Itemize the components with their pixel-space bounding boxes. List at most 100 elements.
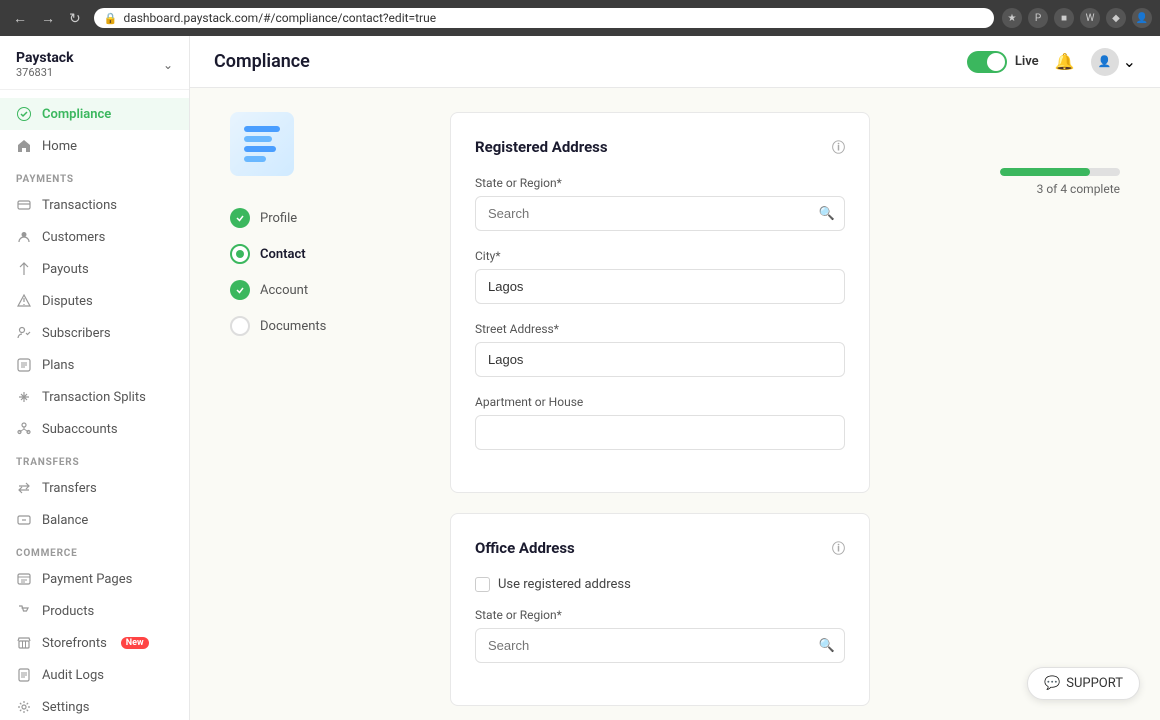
compliance-logo-lines	[244, 126, 280, 162]
user-chevron-icon: ⌄	[1123, 52, 1136, 71]
forward-button[interactable]: →	[36, 8, 60, 29]
plans-icon	[16, 357, 32, 373]
office-address-title: Office Address ⓘ	[475, 538, 845, 557]
brand-chevron-icon: ⌄	[163, 58, 173, 72]
disputes-icon	[16, 293, 32, 309]
logo-line-1	[244, 126, 280, 132]
sidebar-item-balance[interactable]: Balance	[0, 504, 189, 536]
payouts-icon	[16, 261, 32, 277]
sidebar-item-payouts[interactable]: Payouts	[0, 253, 189, 285]
office-state-region-label: State or Region*	[475, 608, 845, 622]
subscribers-label: Subscribers	[42, 326, 111, 341]
sidebar-item-compliance[interactable]: Compliance	[0, 98, 189, 130]
support-button[interactable]: 💬 SUPPORT	[1027, 667, 1140, 700]
step-documents-label: Documents	[260, 319, 326, 334]
home-label: Home	[42, 139, 77, 154]
sidebar-item-payment-pages[interactable]: Payment Pages	[0, 563, 189, 595]
sidebar-item-customers[interactable]: Customers	[0, 221, 189, 253]
apartment-input[interactable]	[475, 415, 845, 450]
live-label: Live	[1015, 54, 1039, 69]
sidebar-item-transfers[interactable]: Transfers	[0, 472, 189, 504]
plans-label: Plans	[42, 358, 74, 373]
step-contact[interactable]: Contact	[230, 236, 410, 272]
topbar: Compliance Live 🔔 👤 ⌄	[190, 36, 1160, 88]
address-bar[interactable]: 🔒 dashboard.paystack.com/#/compliance/co…	[94, 8, 994, 28]
main-content: Compliance Live 🔔 👤 ⌄ 3 of 4 co	[190, 36, 1160, 720]
support-label: SUPPORT	[1066, 676, 1123, 691]
customers-icon	[16, 229, 32, 245]
payment-pages-icon	[16, 571, 32, 587]
use-registered-label: Use registered address	[498, 577, 631, 592]
settings-icon	[16, 699, 32, 715]
extension-icon-3[interactable]: W	[1080, 8, 1100, 28]
extension-icon-2[interactable]: ■	[1054, 8, 1074, 28]
user-profile-icon[interactable]: 👤	[1132, 8, 1152, 28]
brand-name: Paystack	[16, 50, 74, 66]
star-icon[interactable]: ★	[1002, 8, 1022, 28]
sidebar-item-plans[interactable]: Plans	[0, 349, 189, 381]
registered-address-help-icon[interactable]: ⓘ	[832, 137, 845, 156]
sidebar-item-subscribers[interactable]: Subscribers	[0, 317, 189, 349]
user-menu[interactable]: 👤 ⌄	[1091, 48, 1136, 76]
progress-text: 3 of 4 complete	[1000, 182, 1120, 196]
live-toggle[interactable]: Live	[967, 51, 1039, 73]
city-input[interactable]	[475, 269, 845, 304]
street-address-input[interactable]	[475, 342, 845, 377]
step-account[interactable]: Account	[230, 272, 410, 308]
notification-bell-icon[interactable]: 🔔	[1055, 52, 1075, 71]
step-profile-label: Profile	[260, 211, 297, 226]
state-region-input[interactable]	[475, 196, 845, 231]
progress-bar-fill	[1000, 168, 1090, 176]
sidebar-item-transaction-splits[interactable]: Transaction Splits	[0, 381, 189, 413]
toggle-switch[interactable]	[967, 51, 1007, 73]
home-icon	[16, 138, 32, 154]
step-profile[interactable]: Profile	[230, 200, 410, 236]
extension-icon-4[interactable]: ◆	[1106, 8, 1126, 28]
office-state-region-input[interactable]	[475, 628, 845, 663]
back-button[interactable]: ←	[8, 8, 32, 29]
sidebar-item-settings[interactable]: Settings	[0, 691, 189, 720]
audit-logs-label: Audit Logs	[42, 668, 104, 683]
state-region-group: State or Region* 🔍	[475, 176, 845, 231]
products-label: Products	[42, 604, 94, 619]
sidebar-item-products[interactable]: Products	[0, 595, 189, 627]
logo-line-4	[244, 156, 266, 162]
compliance-form: Registered Address ⓘ State or Region* 🔍	[450, 112, 870, 720]
url-text: dashboard.paystack.com/#/compliance/cont…	[123, 11, 436, 25]
sidebar-item-audit-logs[interactable]: Audit Logs	[0, 659, 189, 691]
sidebar-item-disputes[interactable]: Disputes	[0, 285, 189, 317]
progress-area: 3 of 4 complete	[1000, 168, 1120, 196]
payment-pages-label: Payment Pages	[42, 572, 132, 587]
use-registered-checkbox[interactable]	[475, 577, 490, 592]
step-documents[interactable]: Documents	[230, 308, 410, 344]
storefronts-icon	[16, 635, 32, 651]
registered-address-card: Registered Address ⓘ State or Region* 🔍	[450, 112, 870, 493]
brand-id: 376831	[16, 66, 74, 79]
office-address-help-icon[interactable]: ⓘ	[832, 538, 845, 557]
step-icon-documents	[230, 316, 250, 336]
refresh-button[interactable]: ↻	[64, 8, 86, 29]
storefronts-label: Storefronts	[42, 636, 107, 651]
step-contact-label: Contact	[260, 247, 306, 262]
sidebar: Paystack 376831 ⌄ Compliance	[0, 36, 190, 720]
splits-icon	[16, 389, 32, 405]
sidebar-item-home[interactable]: Home	[0, 130, 189, 162]
brand-selector[interactable]: Paystack 376831 ⌄	[16, 50, 173, 79]
balance-icon	[16, 512, 32, 528]
registered-address-title: Registered Address ⓘ	[475, 137, 845, 156]
progress-bar-container	[1000, 168, 1120, 176]
extension-icon-1[interactable]: P	[1028, 8, 1048, 28]
sidebar-item-subaccounts[interactable]: Subaccounts	[0, 413, 189, 445]
subaccounts-label: Subaccounts	[42, 422, 118, 437]
balance-label: Balance	[42, 513, 88, 528]
sidebar-item-transactions[interactable]: Transactions	[0, 189, 189, 221]
street-address-group: Street Address*	[475, 322, 845, 377]
state-region-input-wrapper: 🔍	[475, 196, 845, 231]
step-account-label: Account	[260, 283, 308, 298]
commerce-section-label: COMMERCE	[0, 536, 189, 563]
browser-chrome: ← → ↻ 🔒 dashboard.paystack.com/#/complia…	[0, 0, 1160, 36]
topbar-actions: Live 🔔 👤 ⌄	[967, 48, 1136, 76]
lock-icon: 🔒	[104, 12, 118, 25]
sidebar-item-storefronts[interactable]: Storefronts New	[0, 627, 189, 659]
subscribers-icon	[16, 325, 32, 341]
